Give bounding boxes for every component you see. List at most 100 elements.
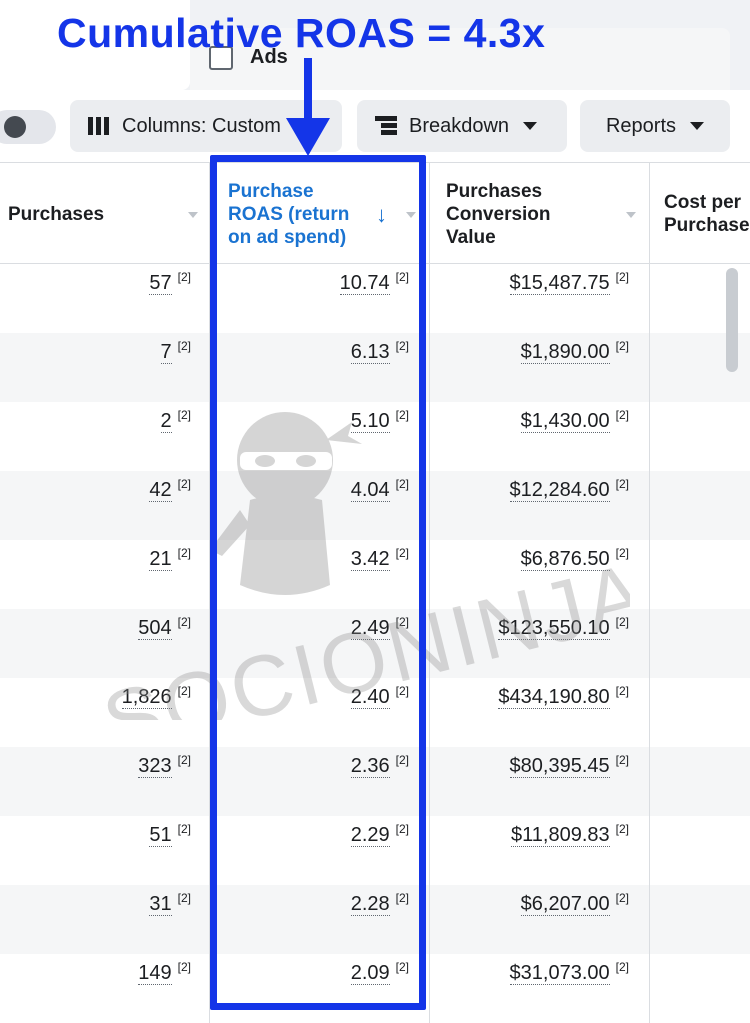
- cell-conversion-value-value[interactable]: $123,550.10: [498, 617, 610, 640]
- cell-purchases: 31 [2]: [0, 885, 210, 954]
- cell-conversion-value: $6,876.50 [2]: [430, 540, 650, 609]
- columns-icon: [88, 117, 110, 135]
- cell-conversion-value: $12,284.60 [2]: [430, 471, 650, 540]
- cell-conversion-value: $15,487.75 [2]: [430, 264, 650, 333]
- cell-cost-per-purchase: [650, 678, 750, 747]
- cell-conversion-value: $1,890.00 [2]: [430, 333, 650, 402]
- cell-purchases-value[interactable]: 2: [160, 410, 172, 433]
- chevron-down-icon: [690, 122, 705, 130]
- table-toolbar: Columns: Custom Breakdown Reports: [0, 90, 750, 163]
- cell-cost-per-purchase: [650, 540, 750, 609]
- cell-cost-per-purchase: [650, 402, 750, 471]
- cell-purchases: 42 [2]: [0, 471, 210, 540]
- column-header-conv-line2: Conversion: [446, 204, 551, 225]
- annotation-highlight-box: [210, 155, 426, 1010]
- cell-conversion-value: $11,809.83 [2]: [430, 816, 650, 885]
- cell-purchases-value[interactable]: 51: [149, 824, 172, 847]
- annotation-title: Cumulative ROAS = 4.3x: [57, 10, 546, 56]
- footnote-marker: [2]: [177, 684, 191, 698]
- cell-conversion-value-value[interactable]: $11,809.83: [511, 824, 610, 847]
- cell-purchases-value[interactable]: 504: [138, 617, 172, 640]
- footnote-marker: [2]: [615, 477, 629, 491]
- cell-cost-per-purchase: [650, 954, 750, 1023]
- toggle-switch[interactable]: [0, 110, 56, 144]
- cell-conversion-value: $31,073.00 [2]: [430, 954, 650, 1023]
- cell-purchases: 1,826 [2]: [0, 678, 210, 747]
- footnote-marker: [2]: [615, 684, 629, 698]
- cell-purchases: 7 [2]: [0, 333, 210, 402]
- footnote-marker: [2]: [615, 822, 629, 836]
- footnote-marker: [2]: [177, 339, 191, 353]
- cell-conversion-value-value[interactable]: $12,284.60: [509, 479, 610, 502]
- cell-conversion-value-value[interactable]: $80,395.45: [509, 755, 610, 778]
- cell-purchases: 149 [2]: [0, 954, 210, 1023]
- cell-purchases: 323 [2]: [0, 747, 210, 816]
- footnote-marker: [2]: [177, 477, 191, 491]
- chevron-down-icon: [523, 122, 538, 130]
- cell-purchases: 51 [2]: [0, 816, 210, 885]
- cell-cost-per-purchase: [650, 609, 750, 678]
- cell-purchases-value[interactable]: 31: [149, 893, 172, 916]
- footnote-marker: [2]: [615, 615, 629, 629]
- cell-purchases-value[interactable]: 149: [138, 962, 172, 985]
- annotation-arrow-icon: [286, 58, 330, 156]
- sort-caret-icon[interactable]: [626, 212, 636, 218]
- columns-button-label: Columns: Custom: [122, 114, 281, 137]
- cell-purchases: 504 [2]: [0, 609, 210, 678]
- cell-conversion-value: $434,190.80 [2]: [430, 678, 650, 747]
- cell-purchases-value[interactable]: 7: [160, 341, 172, 364]
- cell-purchases: 2 [2]: [0, 402, 210, 471]
- column-header-purchases[interactable]: Purchases: [0, 163, 210, 263]
- footnote-marker: [2]: [615, 960, 629, 974]
- footnote-marker: [2]: [177, 270, 191, 284]
- cell-cost-per-purchase: [650, 471, 750, 540]
- footnote-marker: [2]: [177, 822, 191, 836]
- footnote-marker: [2]: [177, 891, 191, 905]
- cell-conversion-value-value[interactable]: $31,073.00: [509, 962, 610, 985]
- reports-button[interactable]: Reports: [580, 100, 730, 152]
- cell-conversion-value: $6,207.00 [2]: [430, 885, 650, 954]
- breakdown-button-label: Breakdown: [409, 114, 510, 137]
- footnote-marker: [2]: [177, 615, 191, 629]
- footnote-marker: [2]: [177, 546, 191, 560]
- footnote-marker: [2]: [615, 270, 629, 284]
- column-header-cost-line2: Purchase: [664, 215, 750, 236]
- cell-conversion-value-value[interactable]: $434,190.80: [498, 686, 610, 709]
- breakdown-icon: [375, 116, 397, 136]
- reports-button-label: Reports: [605, 114, 677, 137]
- footnote-marker: [2]: [177, 408, 191, 422]
- cell-purchases-value[interactable]: 57: [149, 272, 172, 295]
- toggle-knob: [4, 116, 26, 138]
- sort-caret-icon[interactable]: [188, 212, 198, 218]
- column-header-conversion-value[interactable]: Purchases Conversion Value: [430, 163, 650, 263]
- footnote-marker: [2]: [615, 753, 629, 767]
- cell-conversion-value: $1,430.00 [2]: [430, 402, 650, 471]
- cell-conversion-value-value[interactable]: $6,876.50: [520, 548, 610, 571]
- cell-purchases-value[interactable]: 21: [149, 548, 172, 571]
- cell-cost-per-purchase: [650, 747, 750, 816]
- footnote-marker: [2]: [177, 753, 191, 767]
- column-header-cost-per-purchase[interactable]: Cost per Purchase: [650, 163, 750, 263]
- cell-conversion-value-value[interactable]: $6,207.00: [520, 893, 610, 916]
- footnote-marker: [2]: [615, 339, 629, 353]
- column-header-conv-line1: Purchases: [446, 181, 543, 202]
- cell-cost-per-purchase: [650, 885, 750, 954]
- cell-cost-per-purchase: [650, 816, 750, 885]
- cell-purchases-value[interactable]: 42: [149, 479, 172, 502]
- cell-purchases-value[interactable]: 1,826: [121, 686, 172, 709]
- column-header-cost-line1: Cost per: [664, 192, 742, 213]
- footnote-marker: [2]: [615, 891, 629, 905]
- cell-purchases: 21 [2]: [0, 540, 210, 609]
- vertical-scrollbar[interactable]: [726, 268, 738, 372]
- cell-conversion-value-value[interactable]: $1,430.00: [520, 410, 610, 433]
- cell-conversion-value: $123,550.10 [2]: [430, 609, 650, 678]
- cell-conversion-value: $80,395.45 [2]: [430, 747, 650, 816]
- cell-purchases-value[interactable]: 323: [138, 755, 172, 778]
- cell-purchases: 57 [2]: [0, 264, 210, 333]
- column-header-purchases-label: Purchases: [8, 204, 105, 225]
- footnote-marker: [2]: [615, 408, 629, 422]
- cell-conversion-value-value[interactable]: $1,890.00: [520, 341, 610, 364]
- footnote-marker: [2]: [177, 960, 191, 974]
- breakdown-button[interactable]: Breakdown: [357, 100, 567, 152]
- cell-conversion-value-value[interactable]: $15,487.75: [509, 272, 610, 295]
